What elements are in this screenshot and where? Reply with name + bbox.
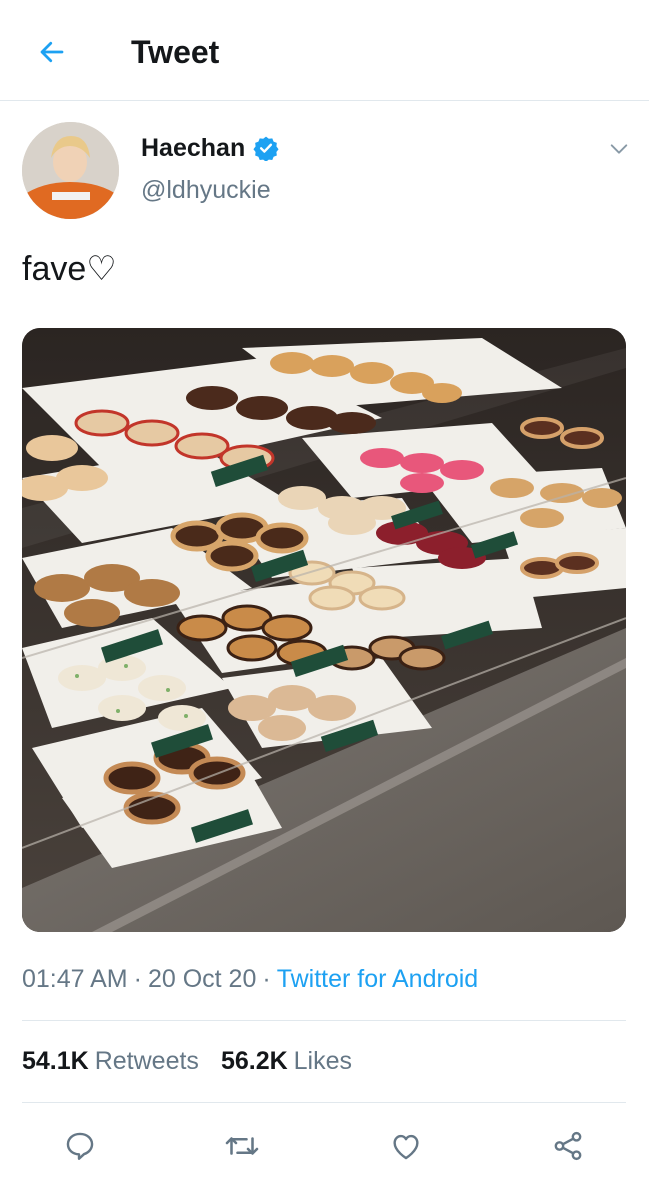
author-name[interactable]: Haechan	[141, 134, 245, 163]
retweets-stat[interactable]: 54.1K Retweets	[22, 1047, 199, 1075]
tweet-source-link[interactable]: Twitter for Android	[277, 965, 478, 993]
avatar[interactable]	[22, 122, 119, 219]
divider	[22, 1102, 626, 1103]
arrow-left-icon	[40, 41, 64, 63]
back-button[interactable]	[32, 32, 72, 72]
tweet-menu-button[interactable]	[604, 134, 634, 164]
retweet-icon	[225, 1137, 259, 1155]
divider	[22, 1020, 626, 1021]
share-button[interactable]	[548, 1126, 588, 1166]
verified-badge-icon	[253, 136, 279, 161]
tweet-action-bar	[0, 1122, 649, 1172]
author-handle[interactable]: @ldhyuckie	[141, 176, 271, 205]
like-button[interactable]	[386, 1126, 426, 1166]
share-icon	[554, 1131, 582, 1161]
likes-count: 56.2K	[220, 1047, 288, 1075]
tweet-text: fave♡	[22, 250, 117, 288]
reply-icon	[66, 1132, 94, 1160]
tweet-stats: 54.1K Retweets 56.2K Likes	[22, 1043, 352, 1079]
tweet-photo[interactable]	[22, 328, 626, 932]
retweets-count: 54.1K	[22, 1047, 89, 1075]
reply-button[interactable]	[60, 1126, 100, 1166]
meta-separator: ·	[133, 965, 142, 993]
retweet-button[interactable]	[222, 1126, 262, 1166]
donut-display-image	[22, 328, 626, 932]
tweet-time: 01:47 AM	[22, 965, 128, 993]
meta-separator: ·	[262, 965, 271, 993]
page-title: Tweet	[131, 34, 220, 70]
tweet-meta: 01:47 AM · 20 Oct 20 · Twitter for Android	[22, 961, 478, 997]
likes-label: Likes	[293, 1047, 353, 1075]
retweets-label: Retweets	[94, 1047, 199, 1075]
author-name-row: Haechan	[141, 130, 279, 166]
tweet-date: 20 Oct 20	[147, 965, 257, 993]
likes-stat[interactable]: 56.2K Likes	[221, 1047, 352, 1075]
heart-icon	[393, 1134, 419, 1160]
app-header: Tweet	[0, 0, 649, 101]
chevron-down-icon	[610, 144, 628, 154]
avatar-image	[22, 122, 119, 219]
